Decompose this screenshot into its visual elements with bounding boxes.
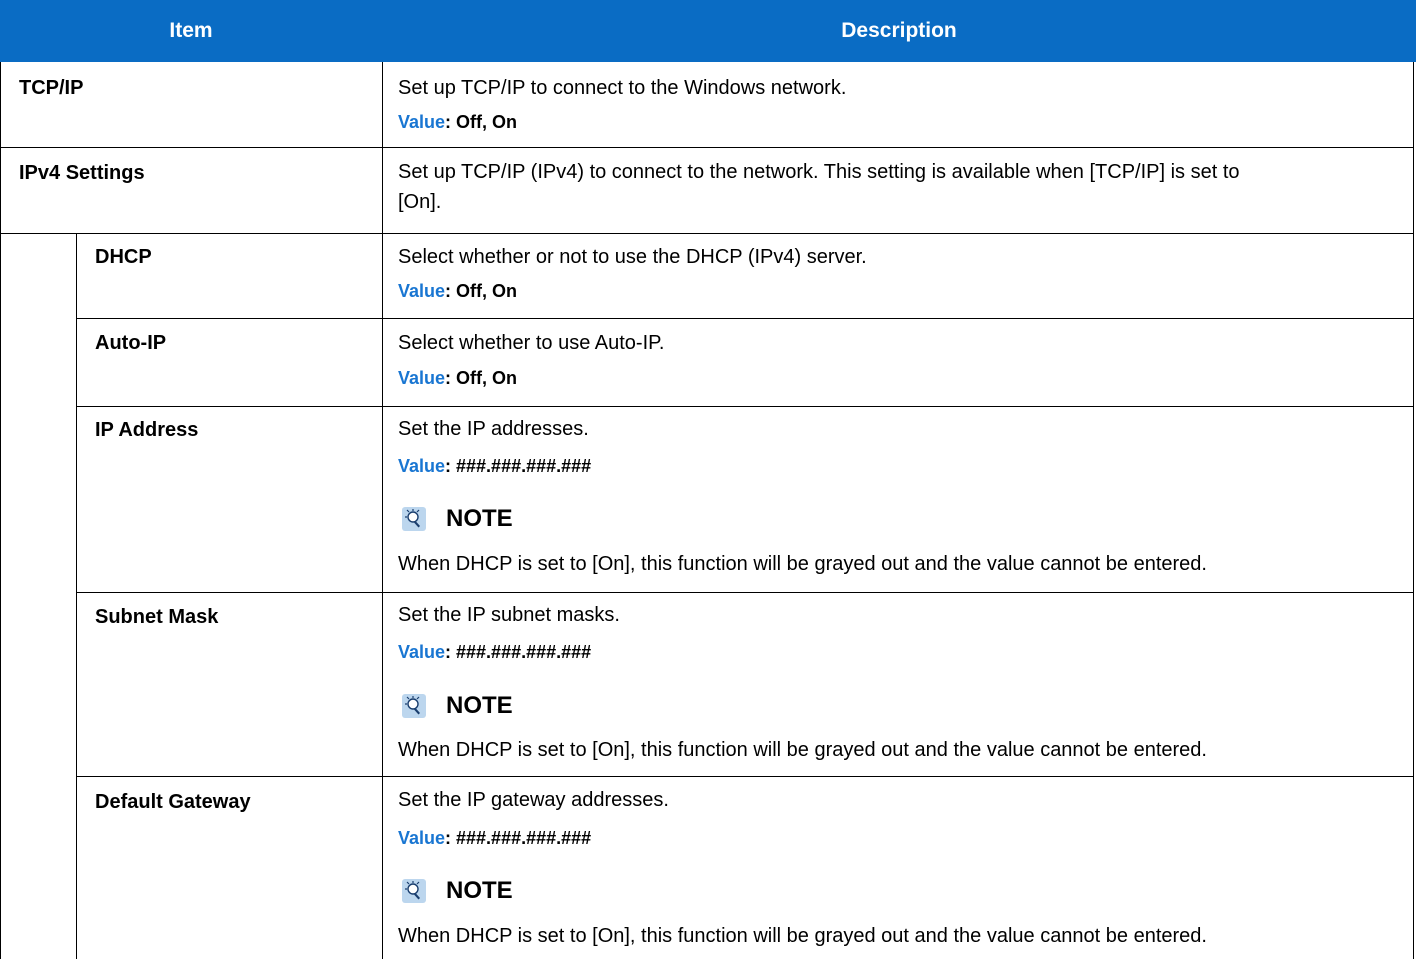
row-divider: [76, 406, 1414, 407]
value-options: : Off, On: [445, 112, 518, 132]
note-text-gateway: When DHCP is set to [On], this function …: [398, 925, 1207, 947]
row-label-subnet: Subnet Mask: [95, 606, 219, 628]
value-options: : ###.###.###.###: [445, 456, 592, 476]
table-border-left: [0, 62, 1, 959]
value-options: : ###.###.###.###: [445, 642, 592, 662]
row-description-subnet: Set the IP subnet masks.: [398, 604, 620, 626]
value-key-label: Value: [398, 828, 446, 848]
row-label-dhcp: DHCP: [95, 246, 152, 268]
note-lightbulb-icon: [402, 879, 426, 903]
note-heading: NOTE: [402, 692, 513, 720]
value-key-label: Value: [398, 281, 446, 301]
table-border-right: [1413, 62, 1414, 959]
note-text-subnet: When DHCP is set to [On], this function …: [398, 739, 1207, 761]
value-key-label: Value: [398, 642, 446, 662]
indent-divider: [76, 234, 77, 959]
note-heading: NOTE: [402, 877, 513, 905]
value-key-label: Value: [398, 112, 446, 132]
row-value-ipaddress: Value: ###.###.###.###: [398, 455, 591, 477]
row-description-dhcp: Select whether or not to use the DHCP (I…: [398, 246, 867, 268]
row-label-ipaddress: IP Address: [95, 419, 199, 441]
note-label: NOTE: [446, 505, 513, 532]
row-divider: [76, 592, 1414, 593]
column-header-item: Item: [0, 0, 382, 62]
value-key-label: Value: [398, 368, 446, 388]
row-label-autoip: Auto-IP: [95, 332, 167, 354]
row-label-tcpip: TCP/IP: [19, 77, 84, 99]
column-divider: [382, 62, 383, 959]
note-lightbulb-icon: [402, 507, 426, 531]
row-description-autoip: Select whether to use Auto-IP.: [398, 332, 665, 354]
value-options: : ###.###.###.###: [445, 828, 592, 848]
note-heading: NOTE: [402, 505, 513, 533]
settings-table: Item Description TCP/IP Set up TCP/IP to…: [0, 0, 1416, 959]
row-value-autoip: Value: Off, On: [398, 367, 517, 389]
row-divider: [0, 233, 1414, 234]
row-value-dhcp: Value: Off, On: [398, 280, 517, 302]
row-label-gateway: Default Gateway: [95, 791, 251, 813]
note-text-ipaddress: When DHCP is set to [On], this function …: [398, 553, 1207, 575]
row-value-tcpip: Value: Off, On: [398, 111, 517, 133]
row-label-ipv4: IPv4 Settings: [19, 162, 145, 184]
row-description-ipaddress: Set the IP addresses.: [398, 418, 589, 440]
column-header-description: Description: [382, 0, 1416, 62]
row-description-ipv4-cont: [On].: [398, 191, 442, 213]
row-value-subnet: Value: ###.###.###.###: [398, 641, 591, 663]
value-key-label: Value: [398, 456, 446, 476]
row-divider: [76, 318, 1414, 319]
note-lightbulb-icon: [402, 694, 426, 718]
value-options: : Off, On: [445, 368, 518, 388]
note-label: NOTE: [446, 877, 513, 904]
note-label: NOTE: [446, 692, 513, 719]
row-description-gateway: Set the IP gateway addresses.: [398, 789, 669, 811]
value-options: : Off, On: [445, 281, 518, 301]
row-divider: [0, 147, 1414, 148]
row-description-tcpip: Set up TCP/IP to connect to the Windows …: [398, 77, 847, 99]
row-description-ipv4: Set up TCP/IP (IPv4) to connect to the n…: [398, 161, 1240, 183]
row-divider: [76, 776, 1414, 777]
row-value-gateway: Value: ###.###.###.###: [398, 827, 591, 849]
